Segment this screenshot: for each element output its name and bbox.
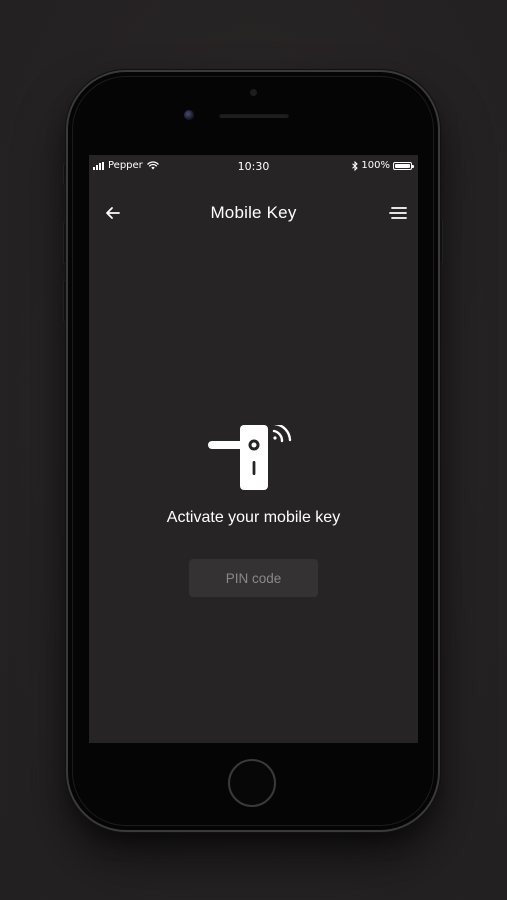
battery-fill <box>395 163 410 168</box>
page-title: Mobile Key <box>210 203 297 222</box>
status-right: 100% <box>352 160 414 171</box>
battery-icon <box>393 161 414 170</box>
navigation-bar: Mobile Key <box>89 197 418 229</box>
earpiece-speaker <box>219 113 289 118</box>
status-bar: Pepper 10:30 100% <box>89 155 418 177</box>
activate-headline: Activate your mobile key <box>166 509 341 526</box>
app-screen: Pepper 10:30 100% Mobile Key Activate yo… <box>89 155 418 743</box>
menu-button[interactable] <box>389 205 407 221</box>
home-button[interactable] <box>228 759 276 807</box>
pin-code-button[interactable]: PIN code <box>189 559 318 597</box>
front-camera <box>184 110 194 120</box>
battery-percent: 100% <box>361 160 390 171</box>
proximity-sensor <box>250 89 257 96</box>
hamburger-menu-icon <box>389 207 407 219</box>
door-handle-wireless-icon <box>208 425 292 490</box>
bluetooth-icon <box>352 160 359 171</box>
backdrop: Pepper 10:30 100% Mobile Key Activate yo… <box>0 0 507 900</box>
